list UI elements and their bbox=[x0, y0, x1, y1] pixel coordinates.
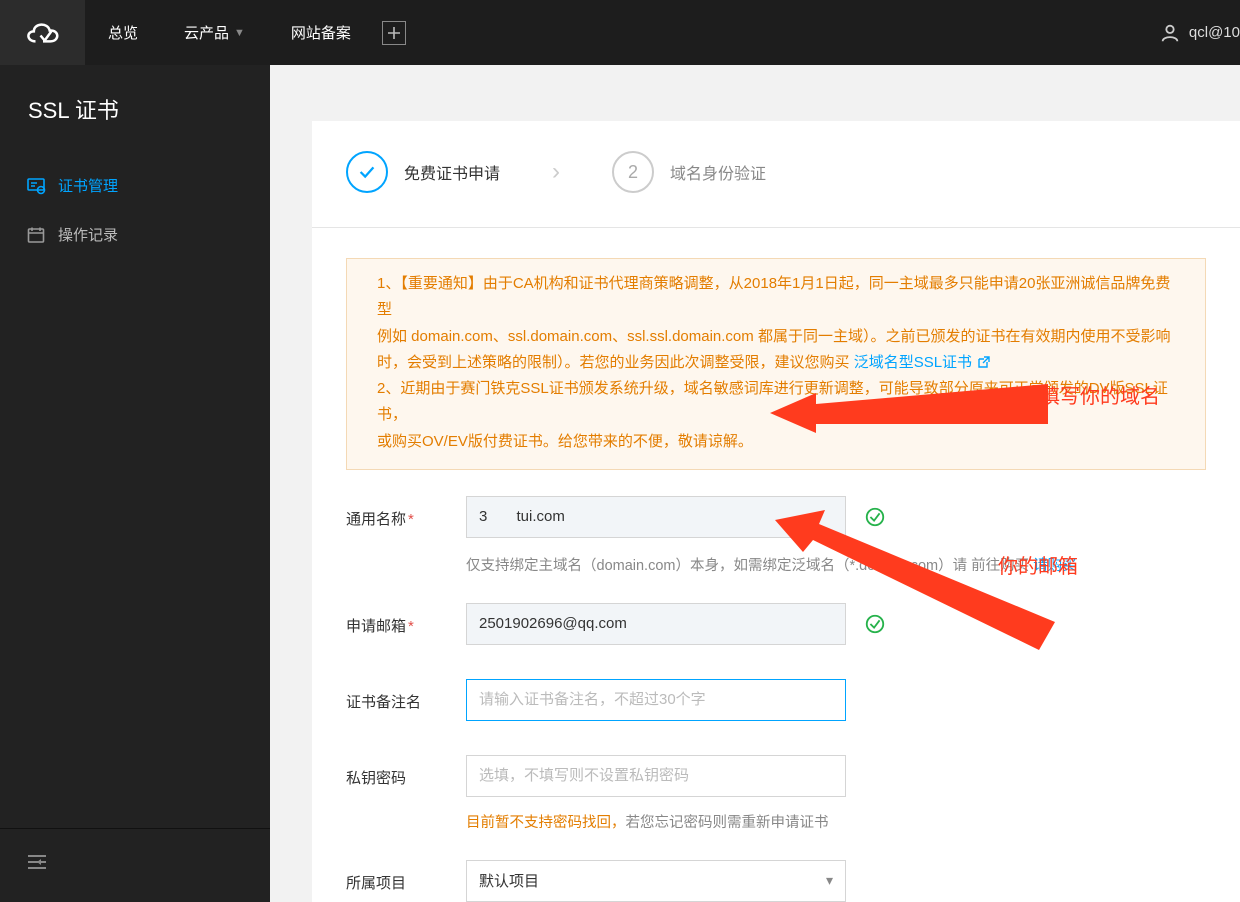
notice-text: 1、【重要通知】由于CA机构和证书代理商策略调整，从2018年1月1日起，同一主… bbox=[377, 275, 1170, 318]
domain-buy-link[interactable]: 请购买 bbox=[1033, 558, 1077, 574]
user-menu[interactable]: qcl@10 bbox=[1159, 22, 1240, 44]
step-separator: › bbox=[552, 158, 560, 186]
content-card: 免费证书申请 › 2 域名身份验证 1、【重要通知】由于CA机构和证书代理商策略… bbox=[312, 121, 1240, 902]
nav-products-label: 云产品 bbox=[184, 22, 229, 43]
sidebar-item-oplog[interactable]: 操作记录 bbox=[0, 210, 270, 259]
email-valid-icon bbox=[864, 613, 886, 638]
topbar: 总览 云产品 ▼ 网站备案 qcl@10 bbox=[0, 0, 1240, 65]
notice-text: 2、近期由于赛门铁克SSL证书颁发系统升级，域名敏感词库进行更新调整，可能导致部… bbox=[377, 380, 1168, 423]
cloud-logo-icon bbox=[23, 18, 63, 48]
cert-icon bbox=[26, 176, 46, 196]
remark-label: 证书备注名 bbox=[346, 679, 466, 712]
wildcard-ssl-link[interactable]: 泛域名型SSL证书 bbox=[854, 350, 990, 376]
step-2: 2 域名身份验证 bbox=[612, 151, 766, 193]
step-1-label: 免费证书申请 bbox=[404, 160, 500, 184]
step-1: 免费证书申请 bbox=[346, 151, 500, 193]
nav-overview[interactable]: 总览 bbox=[85, 0, 161, 65]
notice-text: 例如 domain.com、ssl.domain.com、ssl.ssl.dom… bbox=[377, 328, 1170, 345]
chevron-down-icon: ▾ bbox=[826, 872, 833, 889]
sidebar: SSL 证书 证书管理 操作记录 bbox=[0, 65, 270, 902]
calendar-icon bbox=[26, 225, 46, 245]
privkey-label: 私钥密码 bbox=[346, 755, 466, 788]
project-select-value: 默认项目 bbox=[479, 870, 539, 891]
domain-valid-icon bbox=[864, 506, 886, 531]
nav-products[interactable]: 云产品 ▼ bbox=[161, 0, 268, 65]
row-domain: 通用名称* bbox=[346, 496, 1206, 538]
user-label: qcl@10 bbox=[1189, 24, 1240, 41]
privkey-hint-grey: 若您忘记密码则需重新申请证书 bbox=[626, 815, 829, 831]
remark-input[interactable] bbox=[466, 679, 846, 721]
progress-steps: 免费证书申请 › 2 域名身份验证 bbox=[312, 151, 1240, 228]
notice-box: 1、【重要通知】由于CA机构和证书代理商策略调整，从2018年1月1日起，同一主… bbox=[346, 258, 1206, 470]
step-1-circle bbox=[346, 151, 388, 193]
add-button[interactable] bbox=[382, 21, 406, 45]
notice-text: 或购买OV/EV版付费证书。给您带来的不便，敬请谅解。 bbox=[377, 433, 753, 450]
privkey-input[interactable] bbox=[466, 755, 846, 797]
row-project: 所属项目 默认项目 ▾ bbox=[346, 860, 1206, 902]
sidebar-title: SSL 证书 bbox=[0, 65, 270, 161]
row-email: 申请邮箱* bbox=[346, 603, 1206, 645]
main-content: 免费证书申请 › 2 域名身份验证 1、【重要通知】由于CA机构和证书代理商策略… bbox=[270, 65, 1240, 902]
sidebar-item-label: 操作记录 bbox=[58, 224, 118, 245]
top-nav: 总览 云产品 ▼ 网站备案 bbox=[85, 0, 406, 65]
nav-beian[interactable]: 网站备案 bbox=[268, 0, 374, 65]
domain-hint: 仅支持绑定主域名（domain.com）本身，如需绑定泛域名（*.domain.… bbox=[466, 554, 1206, 575]
user-icon bbox=[1159, 22, 1181, 44]
cert-apply-form: 通用名称* 仅支持绑定主域名（domain.com）本身，如需绑定泛域名（*.d… bbox=[312, 496, 1240, 902]
project-label: 所属项目 bbox=[346, 860, 466, 893]
collapse-icon bbox=[26, 853, 48, 871]
sidebar-collapse-button[interactable] bbox=[0, 828, 270, 902]
privkey-hint: 目前暂不支持密码找回，若您忘记密码则需重新申请证书 bbox=[466, 811, 1206, 832]
nav-beian-label: 网站备案 bbox=[291, 22, 351, 43]
notice-text: 时，会受到上述策略的限制）。若您的业务因此次调整受限，建议您购买 bbox=[377, 354, 850, 371]
nav-overview-label: 总览 bbox=[108, 22, 138, 43]
check-icon bbox=[356, 161, 378, 183]
external-link-icon bbox=[976, 356, 990, 370]
plus-icon bbox=[387, 26, 401, 40]
logo[interactable] bbox=[0, 0, 85, 65]
row-remark: 证书备注名 bbox=[346, 679, 1206, 721]
domain-label: 通用名称* bbox=[346, 496, 466, 529]
sidebar-item-label: 证书管理 bbox=[58, 175, 118, 196]
step-2-label: 域名身份验证 bbox=[670, 160, 766, 184]
link-text: 泛域名型SSL证书 bbox=[854, 350, 972, 376]
domain-input[interactable] bbox=[466, 496, 846, 538]
email-label: 申请邮箱* bbox=[346, 603, 466, 636]
project-select[interactable]: 默认项目 ▾ bbox=[466, 860, 846, 902]
step-2-circle: 2 bbox=[612, 151, 654, 193]
sidebar-item-cert-manage[interactable]: 证书管理 bbox=[0, 161, 270, 210]
email-input[interactable] bbox=[466, 603, 846, 645]
privkey-hint-orange: 目前暂不支持密码找回， bbox=[466, 815, 626, 831]
chevron-down-icon: ▼ bbox=[234, 27, 245, 39]
row-privkey: 私钥密码 bbox=[346, 755, 1206, 797]
